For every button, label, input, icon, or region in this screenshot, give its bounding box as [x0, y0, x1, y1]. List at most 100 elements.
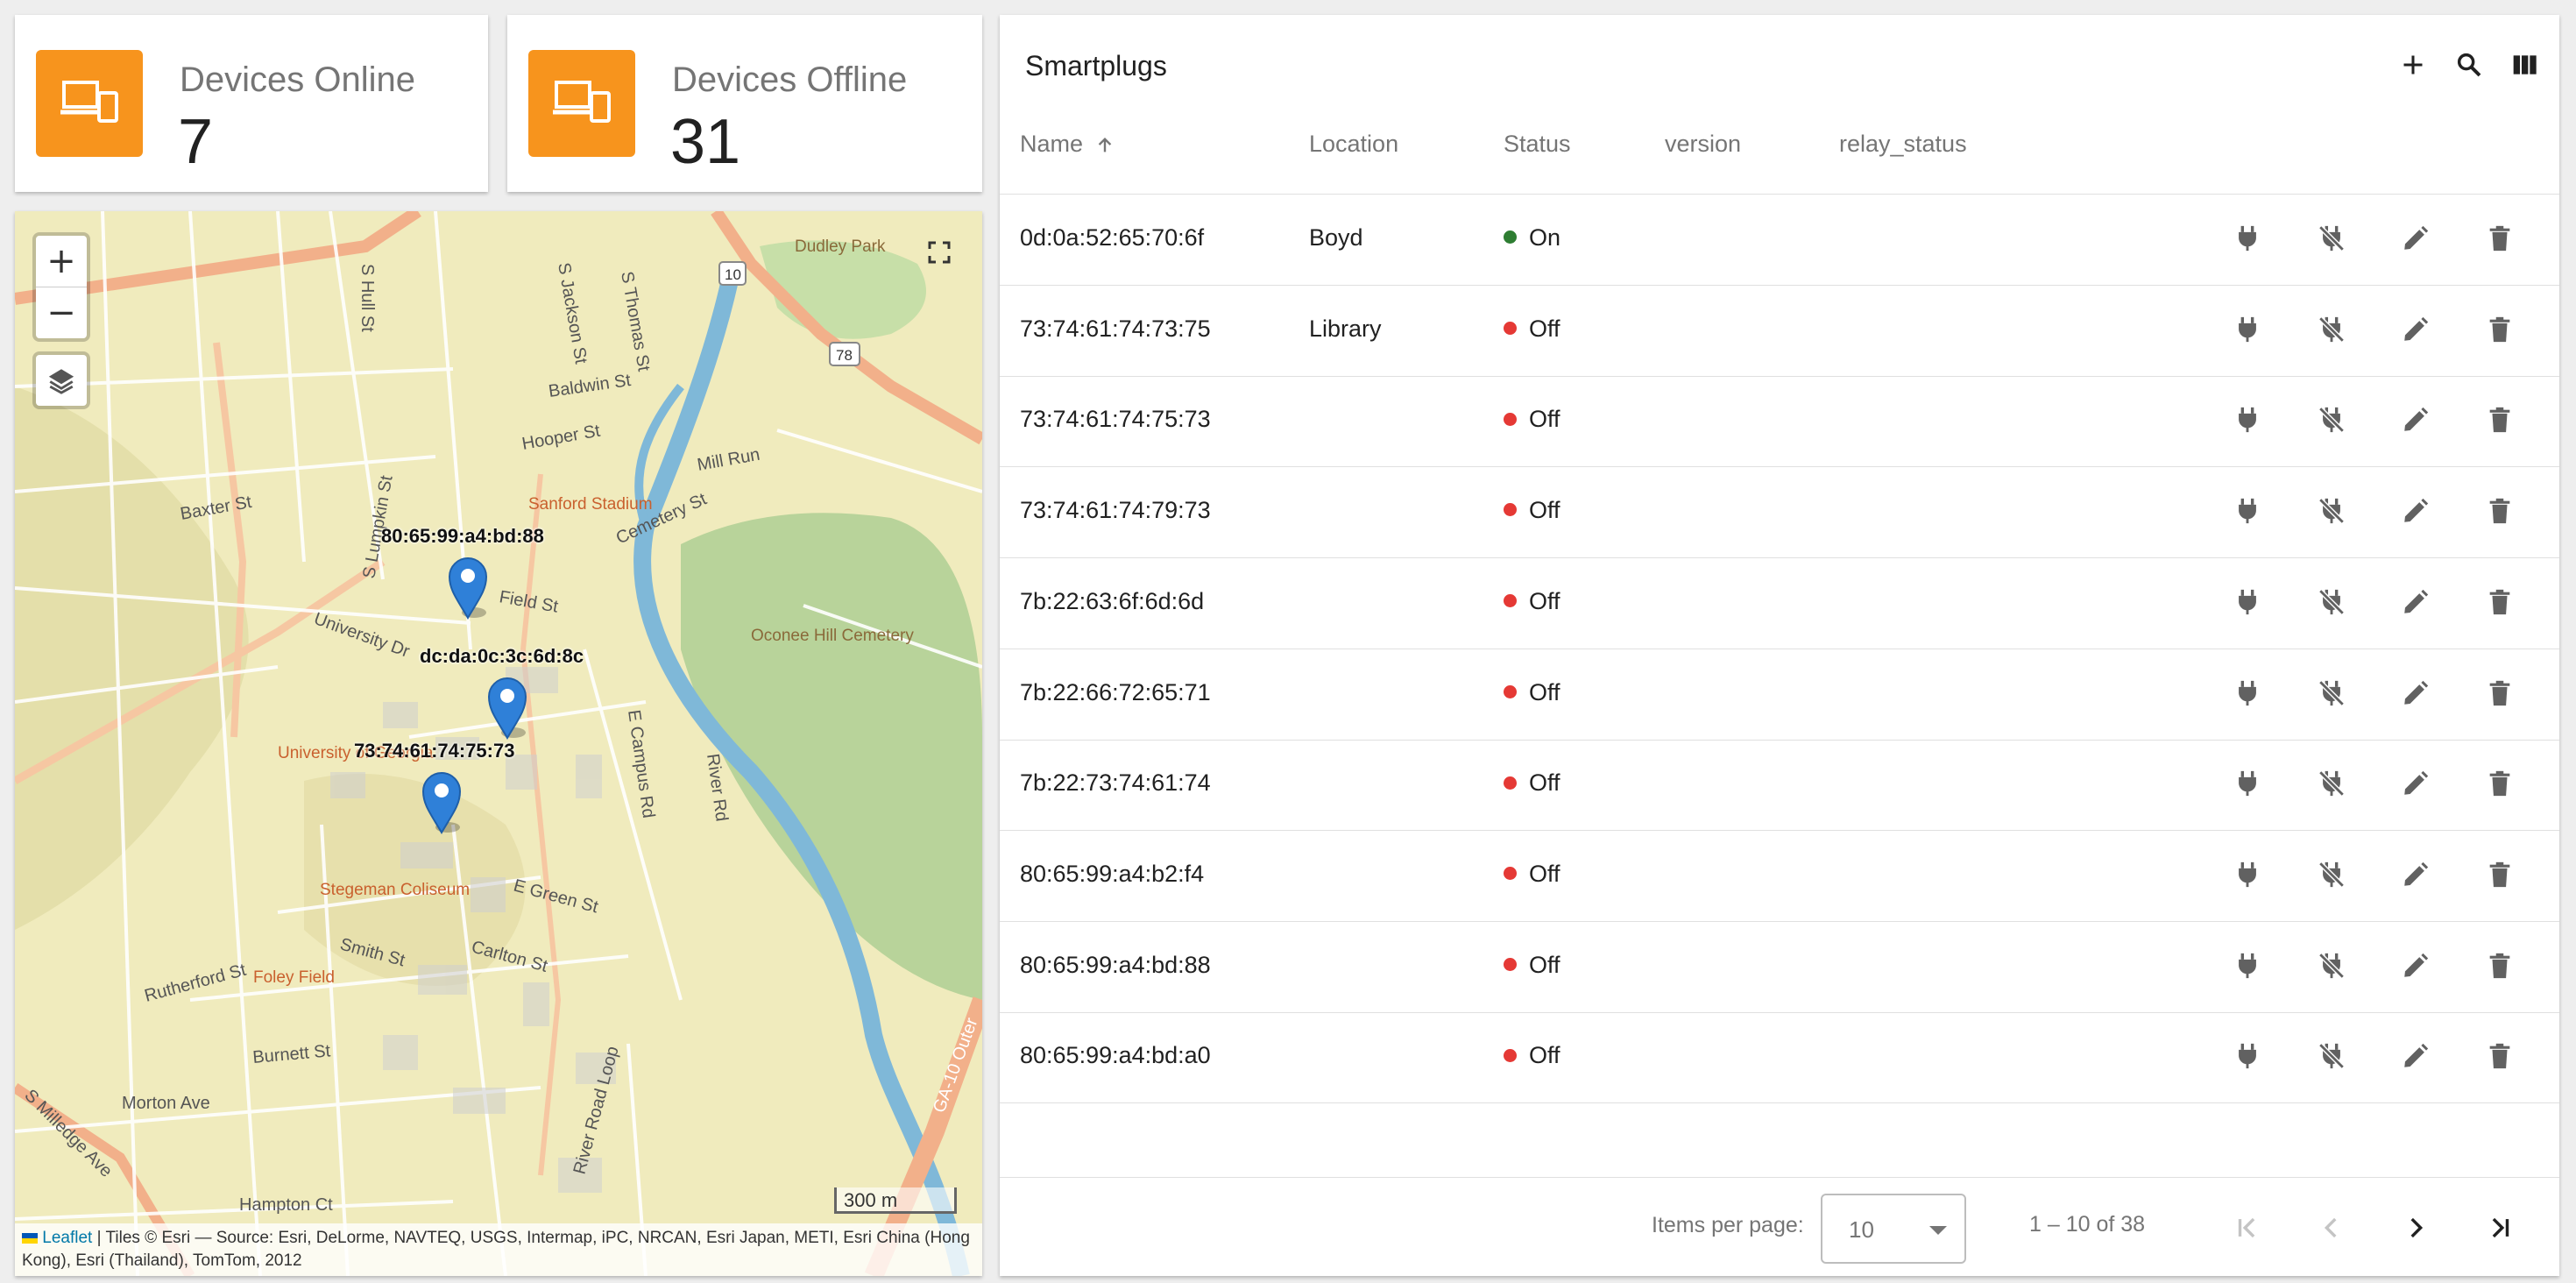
delete-button[interactable]	[2479, 581, 2521, 623]
device-map[interactable]: S Hull St S Jackson St S Thomas St Baldw…	[15, 211, 982, 1276]
column-header-version[interactable]: version	[1665, 131, 1741, 158]
attribution-text: | Tiles © Esri — Source: Esri, DeLorme, …	[22, 1229, 970, 1270]
columns-button[interactable]	[2509, 48, 2542, 82]
delete-button[interactable]	[2479, 308, 2521, 351]
turn-off-button[interactable]	[2311, 1035, 2353, 1077]
turn-off-button[interactable]	[2311, 854, 2353, 896]
plug-icon	[2233, 1041, 2262, 1071]
map-pin-icon[interactable]	[448, 556, 488, 620]
turn-on-button[interactable]	[2226, 217, 2268, 259]
column-header-status[interactable]: Status	[1504, 131, 1571, 158]
status-dot-icon	[1504, 322, 1517, 336]
next-page-button[interactable]	[2397, 1209, 2434, 1246]
column-header-location[interactable]: Location	[1309, 131, 1398, 158]
items-per-page-select[interactable]: 10	[1821, 1194, 1966, 1264]
table-row[interactable]: 73:74:61:74:75:73 Off	[1000, 376, 2559, 468]
turn-on-button[interactable]	[2226, 854, 2268, 896]
edit-icon	[2401, 587, 2431, 617]
turn-on-button[interactable]	[2226, 1035, 2268, 1077]
turn-off-button[interactable]	[2311, 217, 2353, 259]
device-status: Off	[1504, 861, 1560, 888]
map-label-foley-field: Foley Field	[253, 968, 335, 987]
edit-button[interactable]	[2395, 672, 2437, 714]
last-page-button[interactable]	[2481, 1209, 2518, 1246]
turn-off-button[interactable]	[2311, 945, 2353, 987]
edit-button[interactable]	[2395, 308, 2437, 351]
table-row[interactable]: 0d:0a:52:65:70:6f Boyd On	[1000, 195, 2559, 286]
edit-button[interactable]	[2395, 581, 2437, 623]
map-label-sanford-stadium: Sanford Stadium	[528, 495, 653, 514]
table-row[interactable]: 7b:22:73:74:61:74 Off	[1000, 740, 2559, 832]
add-button[interactable]	[2396, 48, 2430, 82]
turn-on-button[interactable]	[2226, 490, 2268, 532]
search-button[interactable]	[2452, 48, 2486, 82]
delete-button[interactable]	[2479, 1035, 2521, 1077]
edit-button[interactable]	[2395, 945, 2437, 987]
devices-online-card: Devices Online 7	[15, 15, 488, 192]
column-header-relay-status[interactable]: relay_status	[1839, 131, 1967, 158]
turn-on-button[interactable]	[2226, 672, 2268, 714]
edit-button[interactable]	[2395, 1035, 2437, 1077]
edit-button[interactable]	[2395, 854, 2437, 896]
table-row[interactable]: 80:65:99:a4:bd:a0 Off	[1000, 1012, 2559, 1104]
leaflet-link[interactable]: Leaflet	[42, 1229, 92, 1247]
status-dot-icon	[1504, 1048, 1517, 1062]
table-row[interactable]: 80:65:99:a4:bd:88 Off	[1000, 922, 2559, 1013]
turn-off-button[interactable]	[2311, 672, 2353, 714]
fullscreen-icon[interactable]	[926, 239, 952, 266]
delete-button[interactable]	[2479, 399, 2521, 441]
svg-text:10: 10	[725, 266, 741, 283]
status-text: On	[1529, 224, 1561, 251]
table-row[interactable]: 7b:22:66:72:65:71 Off	[1000, 649, 2559, 741]
device-name: 7b:22:73:74:61:74	[1020, 769, 1211, 797]
view-columns-icon	[2513, 55, 2537, 74]
devices-offline-count: 31	[670, 107, 741, 177]
table-row[interactable]: 7b:22:63:6f:6d:6d Off	[1000, 558, 2559, 649]
status-text: Off	[1529, 860, 1560, 887]
turn-on-button[interactable]	[2226, 581, 2268, 623]
column-header-name[interactable]: Name	[1020, 131, 1115, 158]
table-row[interactable]: 73:74:61:74:79:73 Off	[1000, 467, 2559, 559]
turn-off-button[interactable]	[2311, 581, 2353, 623]
previous-page-button[interactable]	[2313, 1209, 2350, 1246]
turn-on-button[interactable]	[2226, 308, 2268, 351]
zoom-in-button[interactable]: +	[36, 236, 87, 287]
status-dot-icon	[1504, 867, 1517, 881]
devices-icon	[36, 50, 143, 157]
status-text: Off	[1529, 497, 1560, 524]
map-pin-icon[interactable]	[487, 677, 527, 740]
turn-off-button[interactable]	[2311, 308, 2353, 351]
delete-button[interactable]	[2479, 490, 2521, 532]
paginator: Items per page: 10 1 – 10 of 38	[1000, 1177, 2559, 1277]
device-status: Off	[1504, 952, 1560, 979]
edit-button[interactable]	[2395, 399, 2437, 441]
turn-on-button[interactable]	[2226, 399, 2268, 441]
table-row[interactable]: 73:74:61:74:73:75 Library Off	[1000, 286, 2559, 377]
status-dot-icon	[1504, 594, 1517, 608]
layers-button[interactable]	[32, 351, 90, 409]
edit-button[interactable]	[2395, 490, 2437, 532]
turn-off-button[interactable]	[2311, 762, 2353, 805]
zoom-out-button[interactable]: −	[36, 287, 87, 338]
delete-button[interactable]	[2479, 217, 2521, 259]
map-pin-icon[interactable]	[421, 771, 462, 834]
status-dot-icon	[1504, 776, 1517, 790]
edit-icon	[2401, 1041, 2431, 1071]
sort-arrow-up-icon	[1098, 137, 1111, 152]
device-status: On	[1504, 224, 1560, 252]
turn-off-button[interactable]	[2311, 399, 2353, 441]
turn-off-button[interactable]	[2311, 490, 2353, 532]
delete-icon	[2485, 315, 2515, 344]
delete-icon	[2485, 860, 2515, 890]
delete-button[interactable]	[2479, 672, 2521, 714]
delete-button[interactable]	[2479, 762, 2521, 805]
turn-on-button[interactable]	[2226, 762, 2268, 805]
table-row[interactable]: 80:65:99:a4:b2:f4 Off	[1000, 831, 2559, 922]
delete-button[interactable]	[2479, 945, 2521, 987]
edit-button[interactable]	[2395, 217, 2437, 259]
delete-button[interactable]	[2479, 854, 2521, 896]
first-page-button[interactable]	[2229, 1209, 2266, 1246]
edit-button[interactable]	[2395, 762, 2437, 805]
first-page-icon	[2238, 1217, 2255, 1238]
turn-on-button[interactable]	[2226, 945, 2268, 987]
